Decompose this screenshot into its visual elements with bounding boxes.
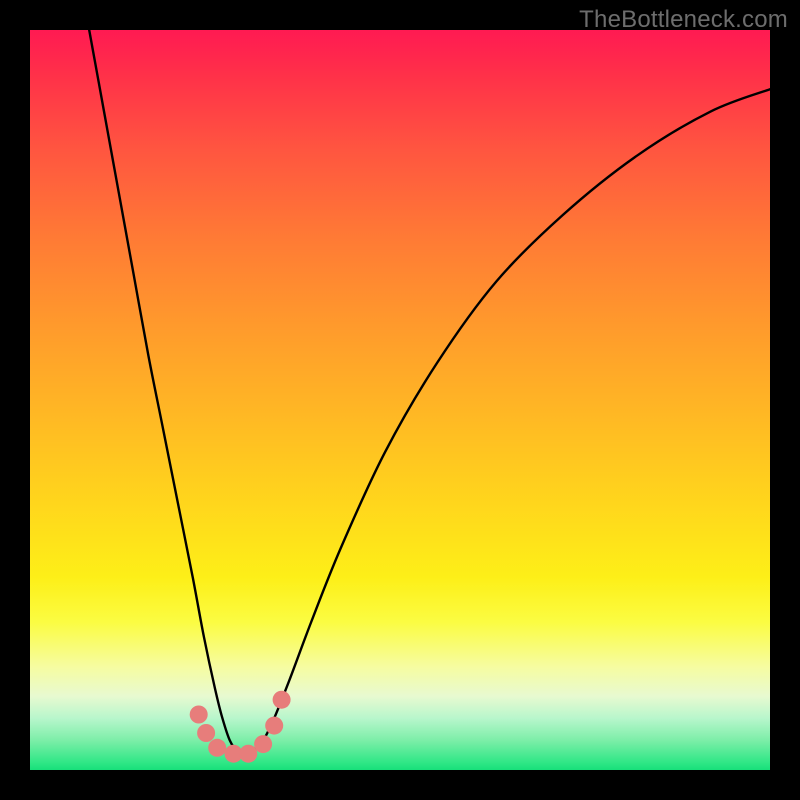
curve-marker [273,691,291,709]
curve-marker [197,724,215,742]
bottleneck-curve [89,30,770,755]
curve-marker [265,717,283,735]
curve-marker [208,739,226,757]
curve-marker [254,735,272,753]
curve-markers [190,691,291,763]
curve-svg [30,30,770,770]
chart-frame: TheBottleneck.com [0,0,800,800]
curve-marker [190,706,208,724]
plot-area [30,30,770,770]
curve-marker [239,745,257,763]
